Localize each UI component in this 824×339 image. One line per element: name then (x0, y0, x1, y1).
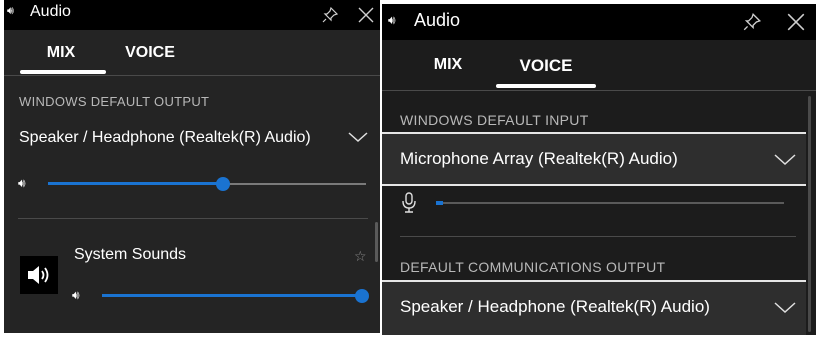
audio-widget-voice: 🔊︎ Audio MIX VOICE WINDOWS DEFAULT INPUT… (382, 4, 816, 335)
output-device-name: Speaker / Headphone (Realtek(R) Audio) (19, 129, 311, 146)
input-level-track (436, 202, 784, 204)
close-button[interactable] (780, 4, 812, 40)
app-name: System Sounds (74, 246, 187, 263)
audio-widget-mix: 🔊︎ Audio MIX VOICE WINDOWS DEFAULT OUTPU… (4, 0, 380, 333)
star-icon[interactable]: ☆ (354, 248, 367, 265)
speaker-icon (20, 256, 58, 294)
tab-divider (382, 90, 816, 91)
app-volume-row: 🔊︎ (64, 284, 380, 308)
tab-mix[interactable]: MIX (430, 56, 466, 74)
section-divider (400, 236, 796, 237)
microphone-icon (402, 192, 416, 213)
scrollbar[interactable] (808, 96, 811, 332)
output-device-select[interactable]: Speaker / Headphone (Realtek(R) Audio) (4, 124, 380, 152)
tab-divider (4, 75, 380, 76)
pin-icon (322, 6, 339, 23)
input-section-label: WINDOWS DEFAULT INPUT (400, 112, 589, 128)
chevron-down-icon (774, 154, 796, 166)
input-level-row (382, 190, 806, 216)
volume-icon: 🔊︎ (72, 288, 80, 302)
pin-icon (743, 12, 762, 31)
title-bar[interactable]: 🔊︎ Audio (4, 0, 380, 30)
app-volume-thumb[interactable] (355, 289, 369, 303)
tab-active-indicator (496, 84, 596, 88)
widget-title: Audio (30, 3, 71, 20)
app-volume-fill (102, 294, 362, 297)
section-divider (18, 218, 368, 219)
comm-device-name: Speaker / Headphone (Realtek(R) Audio) (400, 297, 710, 316)
master-volume-row: 🔊︎ (4, 172, 380, 196)
tab-mix[interactable]: MIX (40, 44, 82, 62)
scrollbar[interactable] (375, 222, 378, 262)
master-volume-thumb[interactable] (215, 177, 230, 191)
close-icon (358, 7, 374, 23)
chevron-down-icon (348, 132, 368, 143)
volume-icon: 🔊︎ (18, 176, 26, 190)
input-device-name: Microphone Array (Realtek(R) Audio) (400, 149, 678, 168)
row-border (382, 184, 806, 186)
pin-button[interactable] (316, 0, 344, 30)
volume-icon: 🔊︎ (388, 13, 396, 27)
comm-device-select[interactable]: Speaker / Headphone (Realtek(R) Audio) (382, 282, 806, 332)
chevron-down-icon (774, 302, 796, 314)
master-volume-fill (48, 182, 223, 185)
title-bar[interactable]: 🔊︎ Audio (382, 4, 816, 40)
close-button[interactable] (352, 0, 380, 30)
comm-section-label: DEFAULT COMMUNICATIONS OUTPUT (400, 259, 666, 275)
close-icon (787, 13, 805, 31)
pin-button[interactable] (736, 4, 768, 40)
volume-icon: 🔊︎ (7, 5, 14, 17)
input-level-fill (436, 201, 443, 205)
widget-title: Audio (414, 10, 461, 30)
output-section-label: WINDOWS DEFAULT OUTPUT (19, 94, 210, 109)
input-device-select[interactable]: Microphone Array (Realtek(R) Audio) (382, 134, 806, 184)
tab-active-indicator (20, 70, 106, 74)
tab-voice[interactable]: VOICE (518, 56, 574, 76)
tab-voice[interactable]: VOICE (122, 44, 178, 62)
